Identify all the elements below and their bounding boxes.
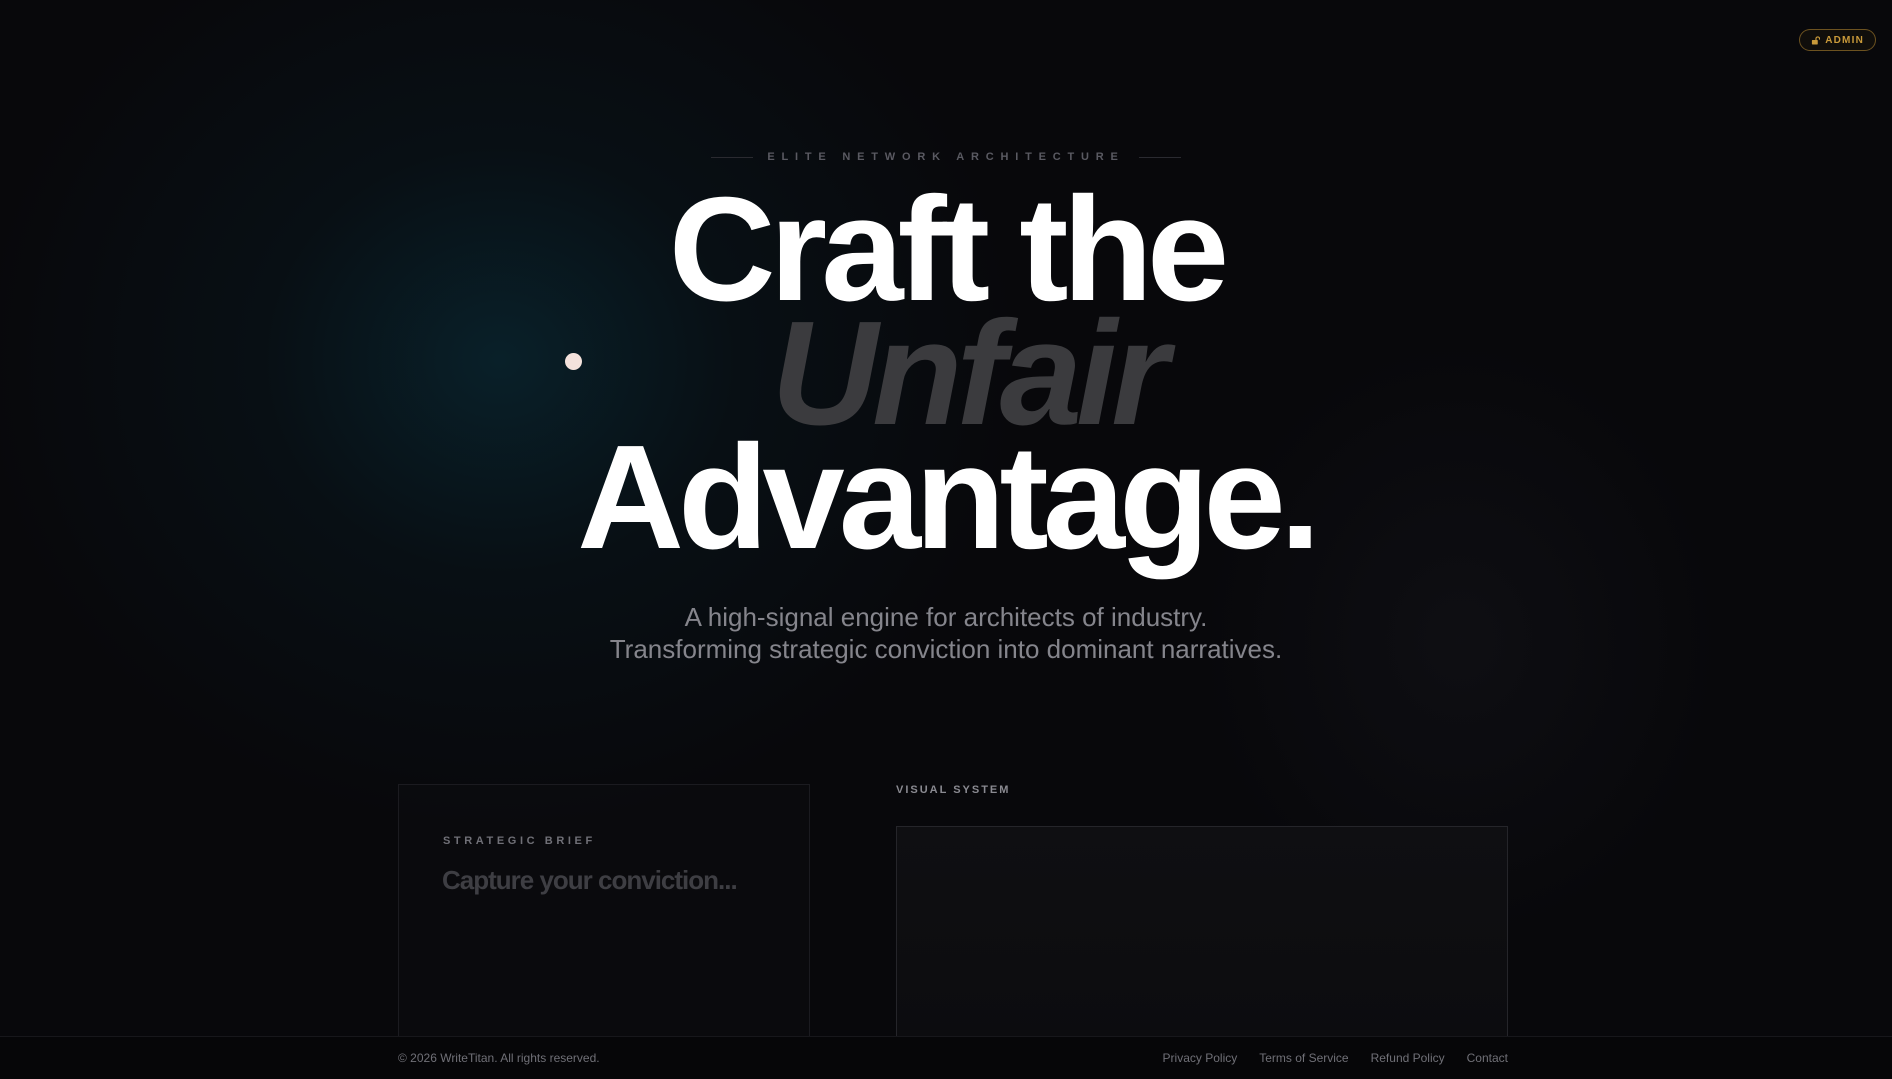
subtitle-line-1: A high-signal engine for architects of i… <box>684 602 1208 632</box>
privacy-policy-link[interactable]: Privacy Policy <box>1163 1051 1238 1065</box>
hero-headline: Craft the Unfair Advantage. <box>0 176 1892 580</box>
cursor-dot <box>565 353 582 370</box>
strategic-brief-label: STRATEGIC BRIEF <box>443 835 596 847</box>
headline-line-3: Advantage. <box>577 415 1321 580</box>
lock-icon <box>1811 35 1821 45</box>
visual-system-panel[interactable] <box>896 826 1508 1046</box>
terms-of-service-link[interactable]: Terms of Service <box>1259 1051 1348 1065</box>
refund-policy-link[interactable]: Refund Policy <box>1371 1051 1445 1065</box>
contact-link[interactable]: Contact <box>1467 1051 1508 1065</box>
copyright: © 2026 WriteTitan. All rights reserved. <box>398 1051 600 1065</box>
visual-system-label: VISUAL SYSTEM <box>896 784 1011 796</box>
admin-button[interactable]: ADMIN <box>1799 29 1876 51</box>
footer: © 2026 WriteTitan. All rights reserved. … <box>0 1036 1892 1079</box>
strategic-brief-input[interactable] <box>442 860 772 900</box>
subtitle-line-2: Transforming strategic conviction into d… <box>609 634 1283 664</box>
footer-links: Privacy Policy Terms of Service Refund P… <box>1163 1051 1508 1065</box>
admin-label: ADMIN <box>1825 34 1864 46</box>
eyebrow-rule-right <box>1138 156 1181 158</box>
page: ADMIN ELITE NETWORK ARCHITECTURE Craft t… <box>0 0 1892 1079</box>
strategic-brief-card <box>398 784 810 1044</box>
eyebrow: ELITE NETWORK ARCHITECTURE <box>0 151 1892 163</box>
eyebrow-rule-left <box>711 156 754 158</box>
admin-area: ADMIN <box>1799 29 1876 51</box>
hero-subtitle: A high-signal engine for architects of i… <box>0 601 1892 665</box>
eyebrow-text: ELITE NETWORK ARCHITECTURE <box>767 151 1125 163</box>
